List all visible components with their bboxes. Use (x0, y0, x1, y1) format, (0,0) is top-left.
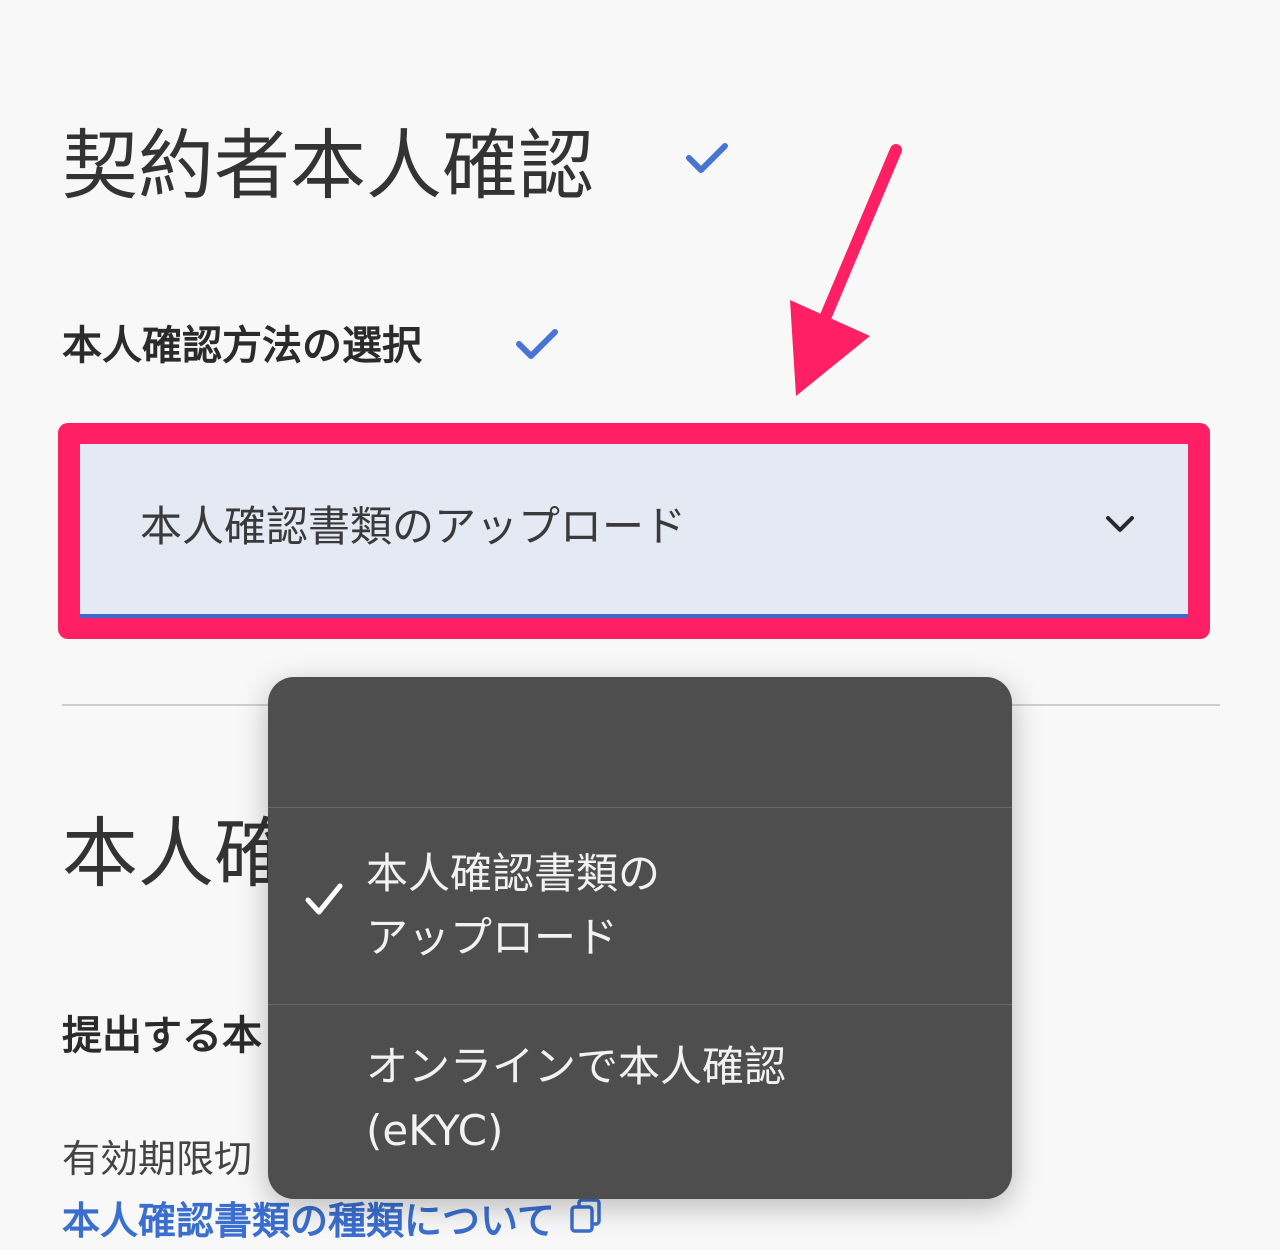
menu-item-label-line2: アップロード (366, 913, 619, 962)
menu-item-label-line2: (eKYC) (366, 1106, 504, 1155)
chevron-down-icon (1102, 512, 1138, 540)
subtitle-check-icon (514, 326, 560, 362)
menu-item-label-line1: 本人確認書類の (366, 849, 661, 898)
menu-item-label: オンラインで本人確認 (eKYC) (366, 1035, 966, 1163)
menu-item-document-upload[interactable]: 本人確認書類の アップロード (268, 808, 1012, 1004)
external-copy-icon (569, 1192, 603, 1250)
expiry-note: 有効期限切 (62, 1137, 253, 1181)
checkmark-icon (304, 882, 344, 922)
section-subtitle-2: 提出する本 (62, 1013, 262, 1059)
annotation-arrow-icon (760, 140, 920, 414)
select-dropdown-menu: 本人確認書類の アップロード オンラインで本人確認 (eKYC) (268, 677, 1012, 1199)
menu-item-ekyc[interactable]: オンラインで本人確認 (eKYC) (268, 1005, 1012, 1199)
document-types-link-label: 本人確認書類の種類について (62, 1199, 555, 1243)
section-subtitle: 本人確認方法の選択 (62, 323, 422, 369)
document-types-link[interactable]: 本人確認書類の種類について (62, 1192, 603, 1250)
menu-item-blank[interactable] (268, 677, 1012, 807)
menu-item-label-line1: オンラインで本人確認 (366, 1042, 787, 1091)
section-title: 本人確 (62, 809, 290, 898)
select-value: 本人確認書類のアップロード (140, 502, 687, 551)
menu-item-label: 本人確認書類の アップロード (366, 842, 966, 970)
page-title: 契約者本人確認 (62, 121, 594, 210)
title-check-icon (684, 140, 730, 176)
method-select[interactable]: 本人確認書類のアップロード (80, 444, 1188, 618)
